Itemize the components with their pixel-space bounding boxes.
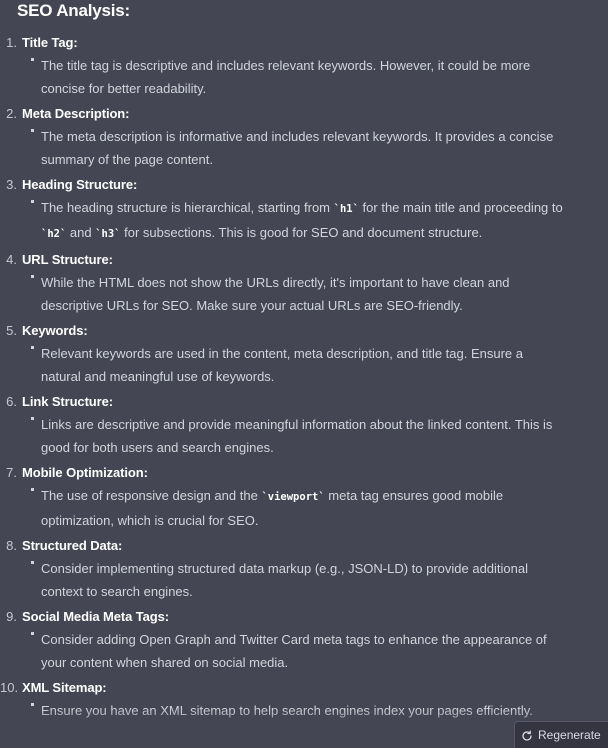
item-text: Relevant keywords are used in the conten… [41, 342, 563, 388]
bullet-marker [31, 417, 34, 420]
item-text: Consider implementing structured data ma… [41, 557, 563, 603]
inline-code: `viewport` [261, 491, 325, 503]
text-segment: Links are descriptive and provide meanin… [41, 417, 553, 455]
text-segment: The title tag is descriptive and include… [41, 58, 531, 96]
analysis-item: 5. Keywords: Relevant keywords are used in… [0, 321, 608, 388]
item-text: The title tag is descriptive and include… [41, 54, 563, 100]
analysis-list: 1. Title Tag: The title tag is descriptive… [0, 33, 608, 726]
item-bullet: Relevant keywords are used in the conten… [31, 342, 563, 388]
bullet-marker [31, 129, 34, 132]
bullet-marker [31, 58, 34, 61]
item-bullet: The use of responsive design and the `vi… [31, 484, 563, 532]
item-title: URL Structure: [22, 252, 113, 267]
item-title: Mobile Optimization: [22, 465, 148, 480]
item-text: The use of responsive design and the `vi… [41, 484, 563, 532]
item-text: Ensure you have an XML sitemap to help s… [41, 699, 563, 722]
analysis-item: 9. Social Media Meta Tags: Consider adding… [0, 607, 608, 674]
item-bullet: While the HTML does not show the URLs di… [31, 271, 563, 317]
item-number: 8. [6, 538, 17, 553]
item-bullet: Links are descriptive and provide meanin… [31, 413, 563, 459]
item-title: Social Media Meta Tags: [22, 609, 169, 624]
item-number: 10. [0, 680, 19, 695]
item-title: Meta Description: [22, 106, 130, 121]
text-segment: for subsections. This is good for SEO an… [120, 225, 483, 240]
item-title: Link Structure: [22, 394, 113, 409]
refresh-icon [521, 729, 533, 741]
bullet-marker [31, 561, 34, 564]
analysis-item: 2. Meta Description: The meta description … [0, 104, 608, 171]
text-segment: Relevant keywords are used in the conten… [41, 346, 523, 384]
text-segment: for the main title and proceeding to [358, 200, 563, 215]
item-number: 4. [6, 252, 17, 267]
item-text: Links are descriptive and provide meanin… [41, 413, 563, 459]
analysis-item: 1. Title Tag: The title tag is descriptive… [0, 33, 608, 100]
item-text: The heading structure is hierarchical, s… [41, 196, 563, 246]
bullet-marker [31, 275, 34, 278]
text-segment: While the HTML does not show the URLs di… [41, 275, 510, 313]
item-number: 1. [6, 35, 17, 50]
item-title: XML Sitemap: [22, 680, 107, 695]
chat-message: SEO Analysis: 1. Title Tag: The title tag … [0, 0, 608, 748]
text-segment: Consider adding Open Graph and Twitter C… [41, 632, 547, 670]
item-title: Heading Structure: [22, 177, 138, 192]
item-bullet: The meta description is informative and … [31, 125, 563, 171]
text-segment: Ensure you have an XML sitemap to help s… [41, 703, 533, 718]
item-title: Keywords: [22, 323, 88, 338]
text-segment: The meta description is informative and … [41, 129, 554, 167]
item-text: While the HTML does not show the URLs di… [41, 271, 563, 317]
bullet-marker [31, 346, 34, 349]
bullet-marker [31, 703, 34, 706]
item-number: 5. [6, 323, 17, 338]
bullet-marker [31, 488, 34, 491]
inline-code: `h3` [95, 228, 121, 240]
analysis-item: 7. Mobile Optimization: The use of respons… [0, 463, 608, 532]
item-number: 7. [6, 465, 17, 480]
item-bullet: Ensure you have an XML sitemap to help s… [31, 699, 563, 722]
text-segment: The use of responsive design and the [41, 488, 262, 503]
item-bullet: The heading structure is hierarchical, s… [31, 196, 563, 246]
text-segment: Consider implementing structured data ma… [41, 561, 529, 599]
item-number: 3. [6, 177, 17, 192]
text-segment: and [66, 225, 96, 240]
item-number: 2. [6, 106, 17, 121]
item-bullet: Consider implementing structured data ma… [31, 557, 563, 603]
analysis-item: 10. XML Sitemap: Ensure you have an XML si… [0, 678, 608, 722]
inline-code: `h2` [41, 228, 67, 240]
item-text: Consider adding Open Graph and Twitter C… [41, 628, 563, 674]
item-title: Structured Data: [22, 538, 123, 553]
bullet-marker [31, 632, 34, 635]
analysis-item: 8. Structured Data: Consider implementing … [0, 536, 608, 603]
inline-code: `h1` [333, 203, 359, 215]
analysis-item: 3. Heading Structure: The heading structur… [0, 175, 608, 246]
item-number: 9. [6, 609, 17, 624]
analysis-heading: SEO Analysis: [17, 1, 130, 20]
text-segment: The heading structure is hierarchical, s… [41, 200, 334, 215]
item-bullet: The title tag is descriptive and include… [31, 54, 563, 100]
item-bullet: Consider adding Open Graph and Twitter C… [31, 628, 563, 674]
item-text: The meta description is informative and … [41, 125, 563, 171]
bullet-marker [31, 200, 34, 203]
regenerate-label: Regenerate [538, 728, 601, 742]
item-number: 6. [6, 394, 17, 409]
analysis-item: 6. Link Structure: Links are descriptive a… [0, 392, 608, 459]
regenerate-button[interactable]: Regenerate [514, 721, 608, 748]
item-title: Title Tag: [22, 35, 78, 50]
analysis-item: 4. URL Structure: While the HTML does not … [0, 250, 608, 317]
